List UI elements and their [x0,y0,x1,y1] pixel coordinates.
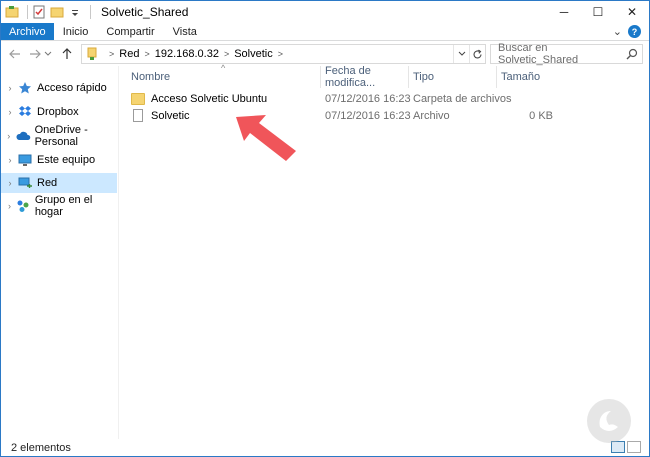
column-header-size[interactable]: Tamaño [497,66,553,88]
nav-item-label: OneDrive - Personal [34,124,88,148]
breadcrumb-red[interactable]: Red [119,48,139,60]
nav-item-acceso-rapido[interactable]: › Acceso rápido [1,78,117,98]
column-header-date[interactable]: Fecha de modifica... [321,65,409,89]
folder-icon [131,92,145,105]
table-row[interactable]: Acceso Solvetic Ubuntu 07/12/2016 16:23 … [121,90,649,107]
chevron-right-icon[interactable]: › [3,83,17,93]
size-cell: 0 KB [529,109,553,122]
date-cell: 07/12/2016 16:23 [325,92,411,105]
ribbon-tabs: Archivo Inicio Compartir Vista ⌄ ? [1,23,649,41]
breadcrumb-separator: > [223,49,230,59]
file-name: Acceso Solvetic Ubuntu [151,92,268,105]
address-bar[interactable]: > Red > 192.168.0.32 > Solvetic > [81,44,486,64]
date-cell: 07/12/2016 16:23 [325,109,411,122]
tab-vista[interactable]: Vista [164,23,206,40]
navigation-bar: > Red > 192.168.0.32 > Solvetic > Buscar… [1,42,649,66]
properties-icon[interactable] [32,5,46,19]
annotation-arrow-icon [236,115,296,161]
star-icon [17,81,33,95]
expand-ribbon-icon[interactable]: ⌄ [613,25,622,38]
back-button[interactable] [7,44,23,64]
type-cell: Archivo [413,109,450,122]
nav-item-grupo-hogar[interactable]: › Grupo en el hogar [1,194,117,218]
quick-access-toolbar [1,1,95,23]
search-placeholder: Buscar en Solvetic_Shared [498,42,579,66]
column-header-name[interactable]: Nombre [127,66,321,88]
address-actions [453,45,485,63]
column-headers: ^ Nombre Fecha de modifica... Tipo Tamañ… [121,63,649,89]
chevron-right-icon[interactable]: › [3,155,17,165]
chevron-right-icon[interactable]: › [3,201,16,211]
nav-item-label: Dropbox [37,106,79,118]
computer-icon [17,153,33,167]
refresh-icon[interactable] [469,45,485,63]
tab-archivo[interactable]: Archivo [1,23,54,40]
nav-item-label: Grupo en el hogar [34,194,93,218]
up-button[interactable] [59,44,75,64]
breadcrumb-ip[interactable]: 192.168.0.32 [155,48,219,60]
search-input[interactable]: Buscar en Solvetic_Shared [490,42,643,66]
divider [90,5,91,19]
nav-item-label: Red [37,177,58,189]
explorer-app-icon[interactable] [5,5,19,19]
nav-item-onedrive[interactable]: › OneDrive - Personal [1,124,117,148]
item-count: 2 elementos [11,441,71,454]
forward-button[interactable] [27,44,43,64]
maximize-button[interactable]: ☐ [581,1,615,23]
file-icon [133,109,143,122]
nav-item-red[interactable]: › Red [1,173,117,193]
homegroup-icon [16,199,31,213]
nav-item-este-equipo[interactable]: › Este equipo [1,150,117,170]
status-bar: 2 elementos [1,439,649,456]
window-controls: ─ ☐ ✕ [547,1,649,23]
breadcrumb-solvetic[interactable]: Solvetic [234,48,273,60]
dropbox-icon [17,105,33,119]
address-dropdown-icon[interactable] [453,45,469,63]
type-cell: Carpeta de archivos [413,92,512,105]
tab-compartir[interactable]: Compartir [97,23,163,40]
divider [27,5,28,19]
navigation-pane: › Acceso rápido › Dropbox › OneDrive - P… [1,66,119,439]
nav-item-label: Acceso rápido [37,82,107,94]
title-bar: Solvetic_Shared ─ ☐ ✕ [1,1,649,23]
close-button[interactable]: ✕ [615,1,649,23]
nav-item-label: Este equipo [37,154,96,166]
network-icon [17,176,33,190]
nav-item-dropbox[interactable]: › Dropbox [1,102,117,122]
column-header-type[interactable]: Tipo [409,66,497,88]
recent-locations-button[interactable] [43,44,53,64]
minimize-button[interactable]: ─ [547,1,581,23]
table-row[interactable]: Solvetic 07/12/2016 16:23 Archivo 0 KB [121,107,649,124]
tab-inicio[interactable]: Inicio [54,23,98,40]
customize-toolbar-icon[interactable] [68,5,82,19]
chevron-right-icon[interactable]: › [3,178,17,188]
explorer-window: Solvetic_Shared ─ ☐ ✕ Archivo Inicio Com… [0,0,650,457]
breadcrumb-separator: > [109,49,115,59]
new-folder-icon[interactable] [50,5,64,19]
watermark-logo-icon [587,399,631,443]
search-icon[interactable] [626,48,638,60]
ribbon-right: ⌄ ? [613,23,649,40]
name-cell[interactable]: Acceso Solvetic Ubuntu [131,90,267,107]
cloud-icon [15,129,31,143]
breadcrumb-separator: > [144,49,150,59]
chevron-right-icon[interactable]: › [3,107,17,117]
window-title: Solvetic_Shared [101,5,189,19]
network-location-icon [86,47,100,61]
file-name: Solvetic [151,109,190,122]
chevron-right-icon[interactable]: › [3,131,15,141]
name-cell[interactable]: Solvetic [131,107,190,124]
breadcrumb-separator: > [277,49,284,59]
file-list: ^ Nombre Fecha de modifica... Tipo Tamañ… [121,63,649,439]
help-icon[interactable]: ? [628,25,641,38]
